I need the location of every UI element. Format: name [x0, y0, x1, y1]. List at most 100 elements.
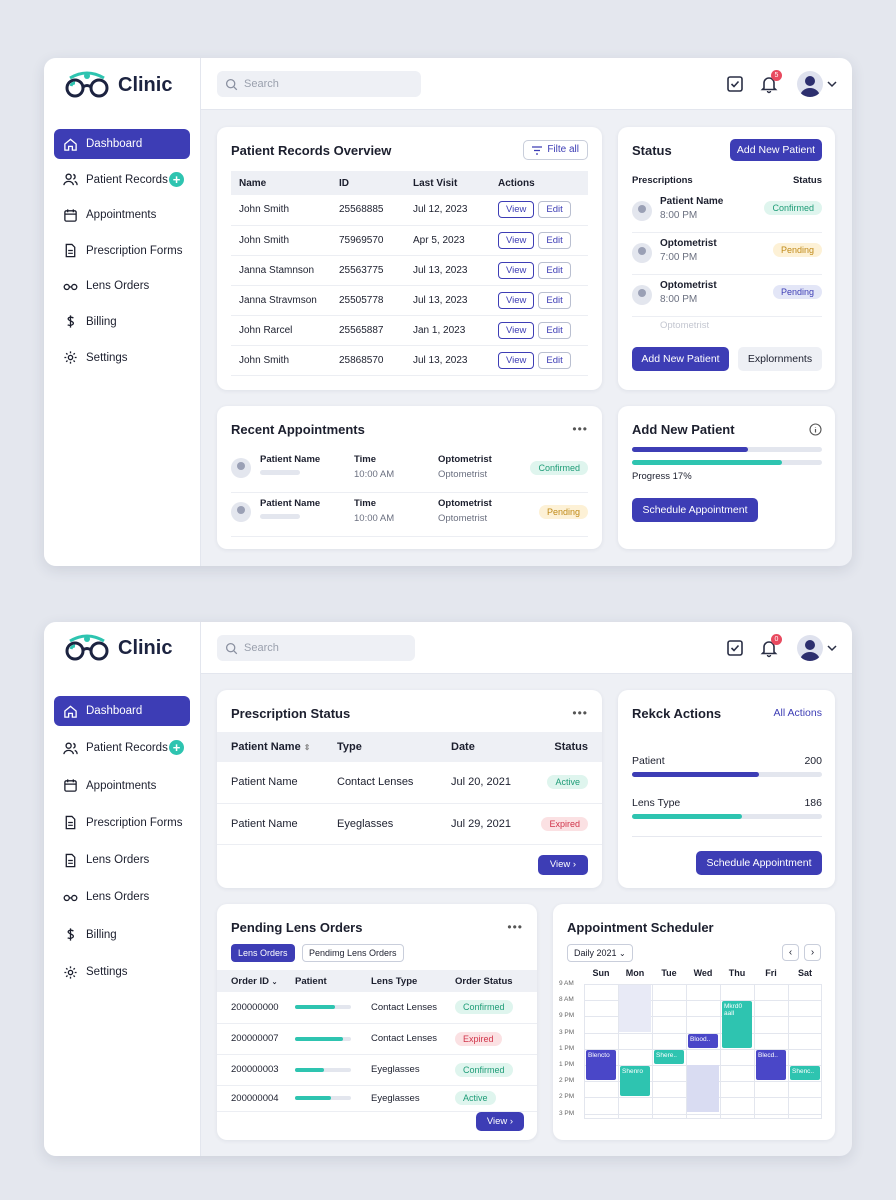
- list-item[interactable]: Optometrist 7:00 PM Pending: [632, 233, 822, 275]
- table-row[interactable]: 200000007 Contact Lenses Expired: [217, 1023, 537, 1054]
- cell-date: Jul 13, 2023: [413, 264, 468, 276]
- calendar-event[interactable]: Shenc..: [790, 1066, 820, 1081]
- sidebar-item-settings[interactable]: Settings: [54, 343, 190, 373]
- sidebar-item-lens-orders[interactable]: Lens Orders: [54, 271, 190, 301]
- view-button[interactable]: View ›: [538, 855, 588, 875]
- sidebar-item-dashboard[interactable]: Dashboard: [54, 696, 190, 726]
- lens-type-bar: [632, 814, 822, 819]
- list-item[interactable]: Patient Name Time 10:00 AM Optometrist Optom…: [231, 449, 588, 493]
- checkbox-icon[interactable]: [725, 638, 745, 658]
- view-button[interactable]: View: [498, 321, 535, 339]
- calendar-event[interactable]: Blencto: [586, 1049, 616, 1081]
- view-button[interactable]: View ›: [476, 1112, 524, 1131]
- cell-id: 25505778: [339, 294, 384, 306]
- search-input[interactable]: Search: [217, 635, 415, 661]
- chevron-down-icon[interactable]: [827, 644, 837, 652]
- table-row[interactable]: 200000003 Eyeglasses Confirmed: [217, 1054, 537, 1085]
- sidebar-item-settings[interactable]: Settings: [54, 957, 190, 987]
- sidebar-item-billing[interactable]: Billing: [54, 920, 190, 950]
- view-button[interactable]: View: [498, 231, 535, 249]
- edit-button[interactable]: Edit: [538, 261, 571, 279]
- col-patient-name[interactable]: Patient Name ⇕: [217, 732, 337, 762]
- table-row[interactable]: John Smith 25568885 Jul 12, 2023 View Edit: [231, 195, 588, 225]
- sidebar-item-label: Appointments: [86, 209, 157, 222]
- sidebar-item-patient-records[interactable]: Patient Records +: [54, 165, 190, 195]
- list-item[interactable]: Optometrist 8:00 PM Pending: [632, 275, 822, 317]
- more-icon[interactable]: •••: [572, 706, 588, 720]
- edit-button[interactable]: Edit: [538, 291, 571, 309]
- checkbox-icon[interactable]: [725, 74, 745, 94]
- prev-button[interactable]: ‹: [782, 944, 799, 961]
- calendar-event[interactable]: Shere..: [654, 1049, 684, 1064]
- all-actions-link[interactable]: All Actions: [774, 707, 822, 719]
- next-button[interactable]: ›: [804, 944, 821, 961]
- tab-pending-lens-orders[interactable]: Pendimg Lens Orders: [302, 944, 404, 962]
- view-button[interactable]: View: [498, 291, 535, 309]
- table-row[interactable]: 200000004 Eyeglasses Active: [217, 1085, 537, 1111]
- table-row[interactable]: John Smith 25868570 Jul 13, 2023 View Edit: [231, 345, 588, 375]
- cell-type: Contact Lenses: [337, 776, 414, 789]
- sidebar-item-lens-orders[interactable]: Lens Orders: [54, 882, 190, 912]
- range-select[interactable]: Daily 2021 ⌄: [567, 944, 633, 962]
- topbar: Search 0: [201, 622, 852, 674]
- sidebar-item-appointments[interactable]: Appointments: [54, 200, 190, 230]
- more-icon[interactable]: •••: [507, 920, 523, 934]
- list-item[interactable]: Patient Name 8:00 PM Confirmed: [632, 191, 822, 233]
- col-order-id[interactable]: Order ID ⌄: [217, 970, 295, 992]
- add-icon[interactable]: +: [169, 171, 184, 187]
- sidebar-item-patient-records[interactable]: Patient Records +: [54, 733, 190, 763]
- table-row[interactable]: Patient Name Eyeglasses Jul 29, 2021 Expire…: [217, 803, 602, 844]
- document-icon: [65, 816, 76, 830]
- sidebar-item-appointments[interactable]: Appointments: [54, 771, 190, 801]
- table-row[interactable]: 200000000 Contact Lenses Confirmed: [217, 992, 537, 1023]
- calendar-event[interactable]: Shenro: [620, 1066, 650, 1097]
- edit-button[interactable]: Edit: [538, 201, 571, 219]
- explornments-button[interactable]: Explornments: [738, 347, 822, 371]
- add-new-patient-button[interactable]: Add New Patient: [730, 139, 822, 161]
- sidebar-nav: Dashboard Patient Records + Appointments Pre…: [54, 129, 190, 378]
- calendar-event[interactable]: Blood..: [688, 1033, 718, 1048]
- add-icon[interactable]: +: [169, 740, 184, 756]
- avatar[interactable]: [797, 71, 823, 97]
- chevron-down-icon[interactable]: [827, 80, 837, 88]
- cell-order-id: 200000007: [231, 1033, 279, 1044]
- table-row[interactable]: Patient Name Contact Lenses Jul 20, 2021 Ac…: [217, 762, 602, 803]
- sidebar-item-prescription-forms[interactable]: Prescription Forms: [54, 236, 190, 266]
- notification-button[interactable]: 5: [759, 70, 782, 94]
- time-label: 3 PM: [559, 1109, 575, 1117]
- calendar-event[interactable]: Mkrd0 aall: [722, 1001, 752, 1048]
- lens-type-label: Lens Type: [632, 797, 681, 809]
- status-badge: Pending: [772, 243, 822, 257]
- view-button[interactable]: View: [498, 261, 535, 279]
- add-new-patient-button-2[interactable]: Add New Patient: [632, 347, 729, 371]
- logo[interactable]: Clinic: [62, 633, 172, 663]
- avatar[interactable]: [797, 635, 823, 661]
- sidebar-item-billing[interactable]: Billing: [54, 307, 190, 337]
- logo[interactable]: Clinic: [62, 70, 172, 100]
- view-button[interactable]: View: [498, 201, 535, 219]
- sidebar-item-dashboard[interactable]: Dashboard: [54, 129, 190, 159]
- cell-id: 75969570: [339, 234, 384, 246]
- calendar-event[interactable]: Blecd..: [756, 1049, 786, 1081]
- table-row[interactable]: John Rarcel 25565887 Jan 1, 2023 View Edit: [231, 315, 588, 345]
- info-icon[interactable]: [809, 423, 822, 436]
- list-item[interactable]: Patient Name Time 10:00 AM Optometrist Optom…: [231, 493, 588, 537]
- table-row[interactable]: John Smith 75969570 Apr 5, 2023 View Edit: [231, 225, 588, 255]
- table-row[interactable]: Janna Stravmson 25505778 Jul 13, 2023 View E…: [231, 285, 588, 315]
- edit-button[interactable]: Edit: [538, 321, 571, 339]
- edit-button[interactable]: Edit: [538, 231, 571, 249]
- schedule-appointment-button[interactable]: Schedule Appointment: [696, 851, 822, 875]
- table-row[interactable]: Janna Stamnson 25563775 Jul 13, 2023 View Ed…: [231, 255, 588, 285]
- tab-lens-orders[interactable]: Lens Orders: [231, 944, 295, 962]
- table-header: Name ID Last Visit Actions: [231, 171, 588, 195]
- notification-button[interactable]: 0: [759, 634, 782, 658]
- schedule-appointment-button[interactable]: Schedule Appointment: [632, 498, 758, 522]
- filter-button[interactable]: Filte all: [523, 140, 588, 160]
- sidebar-item-lens-orders[interactable]: Lens Orders: [54, 845, 190, 875]
- view-button[interactable]: View: [498, 351, 535, 369]
- more-icon[interactable]: •••: [572, 422, 588, 436]
- edit-button[interactable]: Edit: [538, 351, 571, 369]
- sidebar-item-prescription-forms[interactable]: Prescription Forms: [54, 808, 190, 838]
- search-input[interactable]: Search: [217, 71, 421, 97]
- patient-progress-bar: [295, 1096, 351, 1100]
